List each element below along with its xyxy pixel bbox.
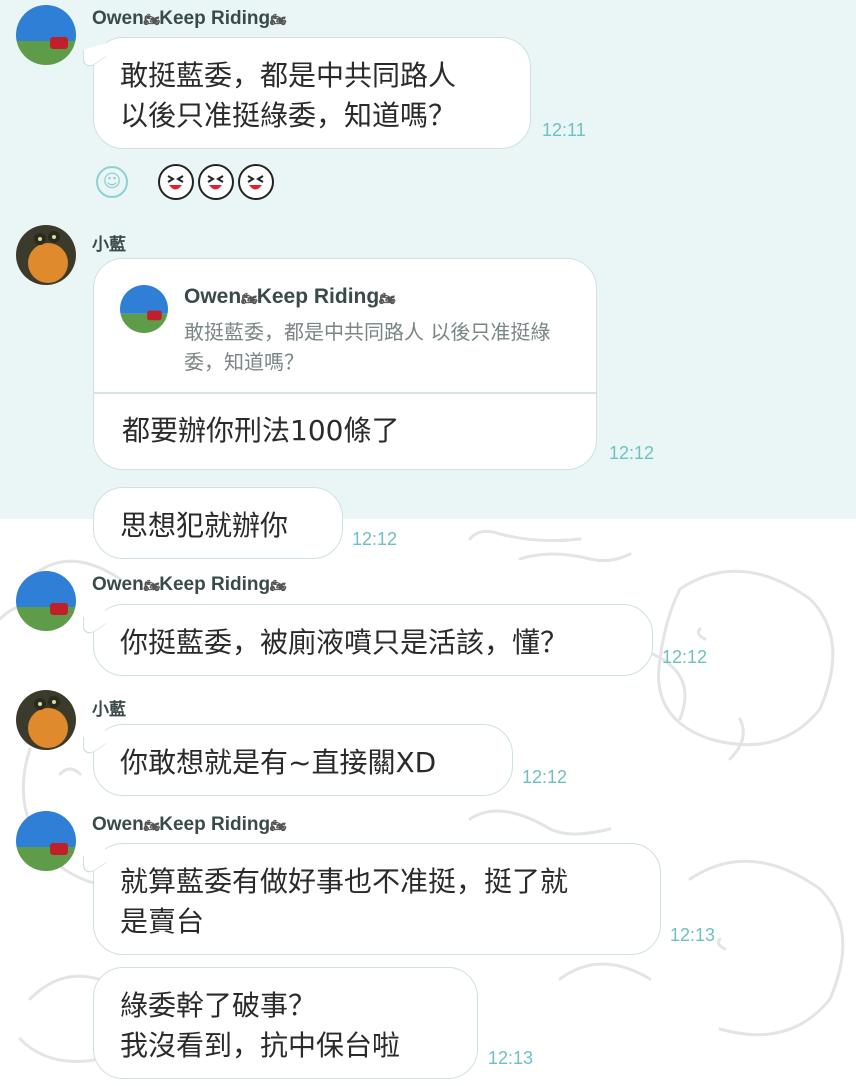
reply-message-bubble[interactable]: Owen🏍Keep Riding🏍 敢挺藍委，都是中共同路人 以後只准挺綠委，知… xyxy=(93,258,597,470)
reply-sender-name: Owen🏍Keep Riding🏍 xyxy=(184,285,396,308)
sender-name: 小藍 xyxy=(92,235,126,254)
message-bubble[interactable]: 你挺藍委，被廁液噴只是活該，懂？ xyxy=(93,604,653,676)
laughing-face-sticker-icon[interactable] xyxy=(198,164,234,200)
avatar-xiaolan[interactable] xyxy=(16,690,76,750)
reply-divider xyxy=(94,392,596,394)
avatar-xiaolan[interactable] xyxy=(16,225,76,285)
message-text: 都要辦你刑法100條了 xyxy=(122,414,400,447)
message-bubble[interactable]: 你敢想就是有~直接關XD xyxy=(93,724,513,796)
sender-name: Owen🏍Keep Riding🏍 xyxy=(92,574,287,595)
message-time: 12:12 xyxy=(522,767,568,787)
message-bubble[interactable]: 綠委幹了破事？ 我沒看到，抗中保台啦 xyxy=(93,967,478,1079)
sender-name: 小藍 xyxy=(92,700,126,719)
message-time: 12:13 xyxy=(670,925,716,945)
avatar-owen[interactable] xyxy=(16,5,76,65)
message-time: 12:11 xyxy=(542,120,586,140)
message-time: 12:12 xyxy=(662,647,708,667)
sender-name: Owen🏍Keep Riding🏍 xyxy=(92,8,287,29)
message-time: 12:13 xyxy=(488,1048,534,1068)
message-time: 12:12 xyxy=(609,443,655,463)
reply-quote-text: 敢挺藍委，都是中共同路人 以後只准挺綠委，知道嗎？ xyxy=(184,320,551,374)
laughing-face-sticker-icon[interactable] xyxy=(238,164,274,200)
laughing-face-sticker-icon[interactable] xyxy=(158,164,194,200)
message-bubble[interactable]: 就算藍委有做好事也不准挺，挺了就 是賣台 xyxy=(93,843,661,955)
smiley-add-icon[interactable]: ☺ xyxy=(96,166,128,198)
avatar-owen[interactable] xyxy=(16,811,76,871)
sender-name: Owen🏍Keep Riding🏍 xyxy=(92,814,287,835)
message-time: 12:12 xyxy=(352,529,398,549)
avatar-owen[interactable] xyxy=(16,571,76,631)
reply-avatar-owen xyxy=(120,285,168,333)
message-bubble[interactable]: 敢挺藍委，都是中共同路人 以後只准挺綠委，知道嗎？ xyxy=(93,37,531,149)
message-bubble[interactable]: 思想犯就辦你 xyxy=(93,487,343,559)
